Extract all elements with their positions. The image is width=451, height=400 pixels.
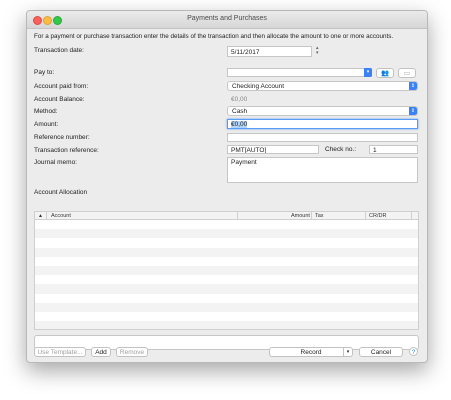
allocation-table-header: ▲ Account Amount Tax CR/DR	[34, 211, 419, 220]
chevron-updown-icon: ⇕	[409, 107, 417, 115]
account-paid-from-select[interactable]: Checking Account ⇕	[227, 81, 418, 91]
amount-column-header[interactable]: Amount	[291, 213, 310, 219]
use-template-button[interactable]: Use Template...	[34, 347, 86, 357]
chevron-down-icon[interactable]: ▾	[343, 348, 352, 356]
table-row[interactable]	[35, 293, 418, 303]
reference-number-label: Reference number:	[34, 134, 90, 141]
journal-memo-label: Journal memo:	[34, 159, 77, 166]
sort-column-header[interactable]: ▲	[38, 213, 43, 219]
table-row[interactable]	[35, 311, 418, 322]
record-button[interactable]: Record ▾	[269, 347, 353, 357]
account-allocation-title: Account Allocation	[34, 189, 88, 196]
account-column-header[interactable]: Account	[51, 213, 71, 219]
transaction-reference-field[interactable]: PMT[AUTO]	[227, 145, 319, 154]
table-row[interactable]	[35, 256, 418, 266]
table-row[interactable]	[35, 302, 418, 312]
crdr-column-header[interactable]: CR/DR	[369, 213, 386, 219]
transaction-reference-label: Transaction reference:	[34, 147, 99, 154]
card-icon: ▭	[403, 70, 411, 77]
method-select[interactable]: Cash ⇕	[227, 106, 418, 116]
table-row[interactable]	[35, 275, 418, 285]
table-row[interactable]	[35, 284, 418, 294]
people-icon: 👥	[380, 70, 390, 77]
allocation-table-body[interactable]	[34, 220, 419, 330]
table-row[interactable]	[35, 265, 418, 276]
method-label: Method:	[34, 108, 58, 115]
account-balance-value: €0,00	[231, 96, 248, 103]
help-button[interactable]: ?	[409, 347, 418, 356]
tax-column-header[interactable]: Tax	[315, 213, 324, 219]
check-no-label: Check no.:	[325, 146, 357, 153]
account-paid-from-value: Checking Account	[232, 83, 285, 90]
remove-button[interactable]: Remove	[116, 347, 148, 357]
table-row[interactable]	[35, 247, 418, 257]
chevron-down-icon[interactable]: ▾	[364, 68, 372, 77]
chevron-updown-icon: ⇕	[409, 82, 417, 90]
title-bar: Payments and Purchases	[27, 11, 427, 29]
transaction-date-label: Transaction date:	[34, 47, 84, 54]
payments-window: Payments and Purchases For a payment or …	[26, 10, 428, 363]
journal-memo-field[interactable]: Payment	[227, 157, 418, 183]
window-title: Payments and Purchases	[187, 15, 267, 22]
amount-value: €0,00	[231, 121, 248, 128]
check-no-field[interactable]: 1	[369, 145, 418, 154]
pay-to-field[interactable]	[227, 68, 372, 77]
cancel-button[interactable]: Cancel	[359, 347, 403, 357]
date-stepper-icon[interactable]: ▴ ▾	[316, 46, 319, 56]
table-row[interactable]	[35, 220, 418, 230]
transaction-date-field[interactable]: 5/11/2017	[227, 46, 312, 57]
table-row[interactable]	[35, 321, 418, 329]
amount-label: Amount:	[34, 121, 59, 128]
account-paid-from-label: Account paid from:	[34, 83, 89, 90]
account-balance-label: Account Balance:	[34, 96, 85, 103]
record-button-label: Record	[300, 349, 322, 356]
table-row[interactable]	[35, 238, 418, 248]
contacts-button[interactable]: 👥	[376, 68, 394, 78]
pay-to-label: Pay to:	[34, 69, 55, 76]
add-button[interactable]: Add	[91, 347, 111, 357]
amount-field[interactable]: €0,00	[227, 119, 418, 129]
method-value: Cash	[232, 108, 248, 115]
intro-text: For a payment or purchase transaction en…	[34, 33, 394, 40]
reference-number-field[interactable]	[227, 133, 418, 142]
new-contact-button[interactable]: ▭	[398, 68, 416, 78]
table-row[interactable]	[35, 229, 418, 239]
